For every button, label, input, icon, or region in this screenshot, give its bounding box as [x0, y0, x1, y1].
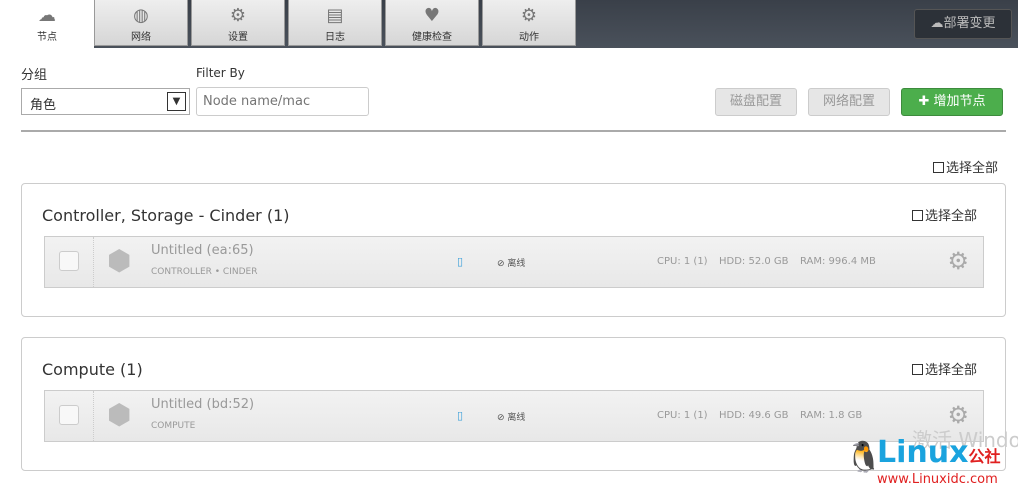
linuxidc-logo: 🐧 Linux公社 www.Linuxidc.com [845, 435, 1001, 487]
cube-icon: ⬢ [107, 244, 132, 277]
deploy-changes-button[interactable]: ☁部署变更 [914, 9, 1012, 39]
add-node-button[interactable]: ✚ 增加节点 [901, 88, 1003, 116]
tab-settings[interactable]: ⚙ 设置 [191, 0, 285, 46]
node-cpu: CPU: 1 (1) [657, 410, 708, 421]
penguin-icon: 🐧 [845, 440, 883, 475]
group-select-all-checkbox[interactable]: 选择全部 [912, 205, 977, 224]
gear-icon[interactable]: ⚙ [947, 247, 969, 275]
logs-icon[interactable]: ▯ [457, 409, 463, 422]
chevron-down-icon: ▼ [167, 92, 186, 111]
node-group: Controller, Storage - Cinder (1) 选择全部 ⬢ … [21, 183, 1006, 317]
tab-logs[interactable]: ▤ 日志 [288, 0, 382, 46]
group-label: 分组 [21, 68, 48, 83]
filter-input[interactable] [196, 87, 369, 116]
node-row[interactable]: ⬢ Untitled (bd:52) COMPUTE ▯ ⊘ 离线 CPU: 1… [44, 390, 984, 442]
gear-icon: ⚙ [229, 5, 247, 26]
node-ram: RAM: 1.8 GB [800, 410, 863, 421]
node-checkbox[interactable] [59, 405, 79, 425]
group-title: Controller, Storage - Cinder (1) [42, 206, 290, 225]
globe-icon: ◍ [133, 5, 149, 26]
group-select[interactable]: 角色 ▼ [21, 88, 190, 115]
disk-config-button[interactable]: 磁盘配置 [715, 88, 797, 116]
filter-label: Filter By [196, 66, 245, 80]
node-roles: COMPUTE [151, 421, 196, 431]
cloud-icon: ☁ [38, 5, 56, 26]
node-roles: CONTROLLER • CINDER [151, 267, 258, 277]
node-cpu: CPU: 1 (1) [657, 256, 708, 267]
cloud-upload-icon: ☁ [930, 16, 944, 31]
node-ram: RAM: 996.4 MB [800, 256, 876, 267]
network-config-button[interactable]: 网络配置 [808, 88, 890, 116]
logs-icon[interactable]: ▯ [457, 255, 463, 268]
cube-icon: ⬢ [107, 398, 132, 431]
group-select-all-checkbox[interactable]: 选择全部 [912, 359, 977, 378]
tab-nodes[interactable]: ☁ 节点 [0, 0, 94, 48]
select-all-checkbox[interactable]: 选择全部 [933, 157, 998, 176]
top-nav: ☁ 节点 ◍ 网络 ⚙ 设置 ▤ 日志 ♥ 健康检查 ⚙ 动作 ☁部署变更 [0, 0, 1018, 48]
node-status: ⊘ 离线 [497, 259, 526, 269]
node-name[interactable]: Untitled (bd:52) [151, 397, 254, 412]
node-row[interactable]: ⬢ Untitled (ea:65) CONTROLLER • CINDER ▯… [44, 236, 984, 288]
clipboard-icon: ▤ [326, 5, 344, 26]
plus-icon: ✚ [918, 94, 934, 109]
node-name[interactable]: Untitled (ea:65) [151, 243, 254, 258]
gears-icon: ⚙ [520, 5, 538, 26]
group-title: Compute (1) [42, 360, 143, 379]
divider [21, 130, 1006, 132]
node-checkbox[interactable] [59, 251, 79, 271]
node-hdd: HDD: 49.6 GB [719, 410, 789, 421]
heartbeat-icon: ♥ [423, 5, 441, 26]
tab-actions[interactable]: ⚙ 动作 [482, 0, 576, 46]
tab-network[interactable]: ◍ 网络 [94, 0, 188, 46]
node-status: ⊘ 离线 [497, 413, 526, 423]
node-hdd: HDD: 52.0 GB [719, 256, 789, 267]
tab-health-check[interactable]: ♥ 健康检查 [385, 0, 479, 46]
